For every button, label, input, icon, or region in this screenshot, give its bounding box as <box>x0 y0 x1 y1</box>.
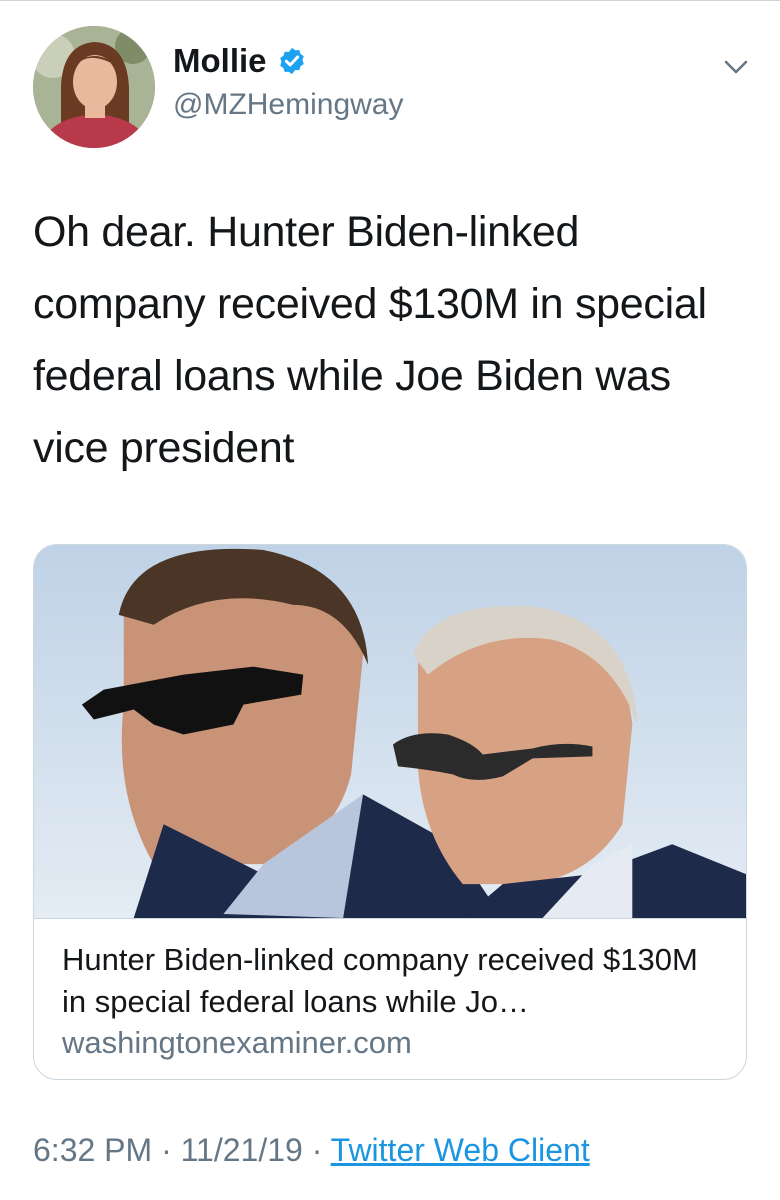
meta-separator: · <box>302 1132 331 1168</box>
chevron-down-icon[interactable] <box>716 52 756 82</box>
avatar[interactable] <box>33 26 155 148</box>
tweet-meta: 6:32 PM · 11/21/19 · Twitter Web Client <box>33 1134 590 1166</box>
meta-separator: · <box>152 1132 181 1168</box>
top-divider <box>0 0 780 1</box>
display-name[interactable]: Mollie <box>173 44 307 77</box>
tweet-date[interactable]: 11/21/19 <box>181 1132 303 1168</box>
card-image <box>34 545 746 919</box>
card-domain: washingtonexaminer.com <box>62 1025 412 1060</box>
tweet-text: Oh dear. Hunter Biden-linked company rec… <box>33 208 707 472</box>
card-title: Hunter Biden-linked company received $13… <box>62 942 698 1019</box>
display-name-text: Mollie <box>173 42 267 79</box>
user-handle[interactable]: @MZHemingway <box>173 90 404 120</box>
tweet-time[interactable]: 6:32 PM <box>33 1132 152 1168</box>
avatar-image <box>33 26 155 148</box>
source-link[interactable]: Twitter Web Client <box>331 1132 590 1168</box>
link-card[interactable]: Hunter Biden-linked company received $13… <box>33 544 747 1080</box>
verified-badge-icon <box>279 47 304 74</box>
